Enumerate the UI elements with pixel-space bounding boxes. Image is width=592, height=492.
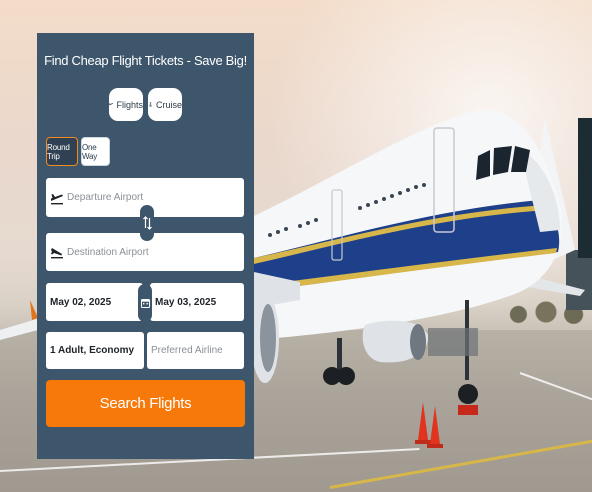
preferred-airline-input[interactable]: Preferred Airline — [147, 332, 244, 369]
panel-title: Find Cheap Flight Tickets - Save Big! — [44, 53, 247, 68]
anchor-icon — [148, 101, 153, 107]
calendar-button[interactable] — [138, 284, 152, 322]
round-trip-toggle[interactable]: Round Trip — [46, 137, 78, 166]
flights-tab-label: Flights — [116, 99, 143, 110]
cruise-tab[interactable]: Cruise — [148, 88, 182, 121]
swap-airports-button[interactable] — [140, 205, 154, 241]
plane-icon — [109, 103, 114, 106]
landing-icon — [51, 248, 63, 259]
traffic-cone — [430, 406, 440, 444]
return-date-input[interactable]: May 03, 2025 — [150, 283, 244, 321]
one-way-toggle[interactable]: One Way — [81, 137, 110, 166]
calendar-icon — [140, 299, 150, 308]
takeoff-icon — [51, 193, 63, 204]
traffic-cone — [418, 402, 428, 440]
traffic-cone-base — [427, 444, 443, 448]
swap-icon — [142, 216, 152, 230]
depart-date-input[interactable]: May 02, 2025 — [46, 283, 143, 321]
destination-airport-placeholder: Destination Airport — [67, 246, 149, 258]
passengers-class-select[interactable]: 1 Adult, Economy — [46, 332, 144, 369]
departure-airport-placeholder: Departure Airport — [67, 192, 144, 203]
cruise-tab-label: Cruise — [155, 99, 182, 110]
flight-search-panel: Find Cheap Flight Tickets - Save Big! Fl… — [37, 33, 254, 459]
search-flights-button[interactable]: Search Flights — [46, 380, 245, 427]
flights-tab[interactable]: Flights — [109, 88, 143, 121]
